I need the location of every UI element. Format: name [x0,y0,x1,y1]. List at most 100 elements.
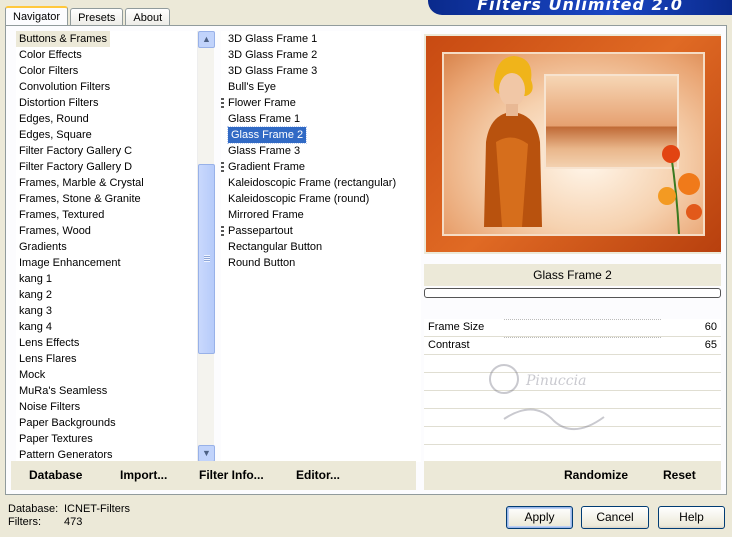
category-item[interactable]: Filter Factory Gallery C [16,143,199,159]
progress-bar [424,288,721,298]
category-item[interactable]: Gradients [16,239,199,255]
filter-info-button[interactable]: Filter Info... [199,468,264,482]
category-label: Paper Backgrounds [19,417,116,429]
filter-list[interactable]: 3D Glass Frame 1 3D Glass Frame 2 3D Glass… [221,31,421,462]
frame-size-slider[interactable] [504,319,661,321]
category-label: Filter Factory Gallery D [19,161,133,173]
param-label: Contrast [428,339,470,351]
category-item[interactable]: Color Effects [16,47,199,63]
preview-area [424,34,721,254]
category-list[interactable]: Buttons & Frames Color Effects Color Filte… [16,31,199,462]
param-contrast[interactable]: Contrast 65 [424,337,721,355]
filter-item[interactable]: Glass Frame 3 [221,143,421,159]
category-item[interactable]: Edges, Square [16,127,199,143]
status-area: Database: ICNET-Filters Filters: 473 [8,503,130,529]
filter-item[interactable]: Passepartout [221,223,421,239]
category-item[interactable]: Noise Filters [16,399,199,415]
filter-item[interactable]: 3D Glass Frame 2 [221,47,421,63]
filters-label: Filters: [8,516,41,528]
category-item[interactable]: Frames, Textured [16,207,199,223]
tab-navigator[interactable]: Navigator [5,6,69,27]
category-item[interactable]: Filter Factory Gallery D [16,159,199,175]
category-label: Filter Factory Gallery C [19,145,133,157]
tab-presets[interactable]: Presets [70,8,124,26]
category-item[interactable]: Frames, Stone & Granite [16,191,199,207]
filter-item[interactable]: Gradient Frame [221,159,421,175]
category-item[interactable]: Buttons & Frames [16,31,199,47]
category-item[interactable]: kang 4 [16,319,199,335]
import-button[interactable]: Import... [120,468,167,482]
reset-button[interactable]: Reset [663,468,696,482]
category-item[interactable]: kang 2 [16,287,199,303]
category-item[interactable]: Paper Backgrounds [16,415,199,431]
filter-item[interactable]: Kaleidoscopic Frame (round) [221,191,421,207]
category-label: Lens Effects [19,337,80,349]
help-button[interactable]: Help [658,506,725,529]
filter-label: Passepartout [228,225,293,237]
category-label: Frames, Stone & Granite [19,193,141,205]
category-item[interactable]: Frames, Marble & Crystal [16,175,199,191]
param-empty-row [424,445,721,462]
filter-item[interactable]: Glass Frame 2 [221,126,421,144]
filter-label: Glass Frame 1 [228,113,301,125]
preview-image [426,36,721,252]
tab-about[interactable]: About [125,8,171,26]
category-item[interactable]: kang 1 [16,271,199,287]
filter-item[interactable]: Bull's Eye [221,79,421,95]
category-item[interactable]: Frames, Wood [16,223,199,239]
category-item[interactable]: Paper Textures [16,431,199,447]
category-label: Noise Filters [19,401,81,413]
filter-item[interactable]: Kaleidoscopic Frame (rectangular) [221,175,421,191]
filter-item[interactable]: Round Button [221,255,421,271]
database-value: ICNET-Filters [64,503,130,515]
filter-item[interactable]: Glass Frame 1 [221,111,421,127]
category-label: Image Enhancement [19,257,121,269]
filter-item[interactable]: 3D Glass Frame 3 [221,63,421,79]
editor-button[interactable]: Editor... [296,468,340,482]
category-label: MuRa's Seamless [19,385,108,397]
category-item[interactable]: Mock [16,367,199,383]
category-label: Mock [19,369,46,381]
filter-label: Kaleidoscopic Frame (rectangular) [228,177,397,189]
category-item[interactable]: Lens Flares [16,351,199,367]
category-label: Frames, Textured [19,209,105,221]
filter-label: Glass Frame 3 [228,145,301,157]
database-label: Database: [8,503,59,515]
apply-button[interactable]: Apply [506,506,573,529]
filter-item[interactable]: 3D Glass Frame 1 [221,31,421,47]
category-item[interactable]: Lens Effects [16,335,199,351]
filter-item[interactable]: Rectangular Button [221,239,421,255]
filter-label: 3D Glass Frame 1 [228,33,318,45]
category-label: Convolution Filters [19,81,111,93]
category-item[interactable]: kang 3 [16,303,199,319]
param-frame-size[interactable]: Frame Size 60 [424,319,721,337]
category-item[interactable]: Color Filters [16,63,199,79]
randomize-button[interactable]: Randomize [564,468,628,482]
category-label: Edges, Round [19,113,89,125]
filter-item[interactable]: Mirrored Frame [221,207,421,223]
database-button[interactable]: Database [29,468,82,482]
category-item[interactable]: Edges, Round [16,111,199,127]
category-scrollbar[interactable]: ▲ ▼ [197,31,215,462]
category-item[interactable]: Pattern Generators [16,447,199,462]
scroll-down-button[interactable]: ▼ [198,445,215,462]
scroll-up-button[interactable]: ▲ [198,31,215,48]
navigator-panel: Buttons & Frames Color Effects Color Filte… [5,25,727,495]
category-item[interactable]: Distortion Filters [16,95,199,111]
category-item[interactable]: Image Enhancement [16,255,199,271]
tab-strip: Navigator Presets About [5,4,172,27]
filter-item[interactable]: Flower Frame [221,95,421,111]
category-label: kang 4 [19,321,53,333]
cancel-button[interactable]: Cancel [581,506,649,529]
category-label: Frames, Marble & Crystal [19,177,144,189]
scroll-thumb[interactable] [198,164,215,354]
contrast-slider[interactable] [504,337,661,339]
category-item[interactable]: Convolution Filters [16,79,199,95]
category-label: Distortion Filters [19,97,99,109]
left-button-bar: Database Import... Filter Info... Editor… [11,461,416,490]
category-label: kang 1 [19,273,53,285]
category-label: Gradients [19,241,67,253]
filter-label: Gradient Frame [228,161,306,173]
filter-label: Round Button [228,257,296,269]
category-item[interactable]: MuRa's Seamless [16,383,199,399]
